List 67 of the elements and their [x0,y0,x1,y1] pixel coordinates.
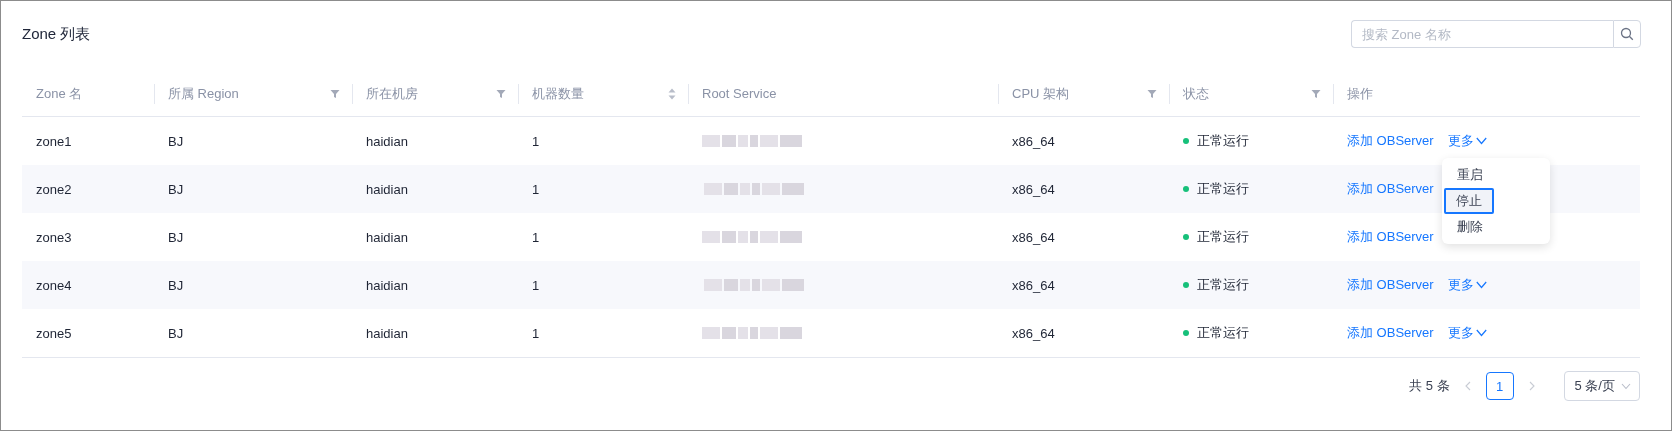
table-cell: 1 [532,277,540,293]
table-cell: haidian [366,133,408,149]
table-cell: x86_64 [1012,181,1055,197]
table-cell: 1 [532,133,540,149]
status-text: 正常运行 [1197,276,1249,294]
table-cell: haidian [366,181,408,197]
column-header: Root Service [702,86,777,101]
more-link[interactable]: 更多 [1447,276,1487,294]
menu-item[interactable]: 重启 [1446,162,1546,188]
add-observer-link[interactable]: 添加 OBServer [1347,180,1434,198]
more-link[interactable]: 更多 [1447,132,1487,150]
table-cell: BJ [168,229,184,245]
status-text: 正常运行 [1197,180,1249,198]
chevron-down-icon [1475,329,1487,337]
prev-page-icon[interactable] [1463,381,1472,391]
menu-item[interactable]: 停止 [1444,188,1494,214]
column-header: 所在机房 [366,84,418,103]
column-header: CPU 架构 [1012,84,1070,103]
more-link[interactable]: 更多 [1447,324,1487,342]
add-observer-link[interactable]: 添加 OBServer [1347,276,1434,294]
column-header: 状态 [1183,84,1209,103]
table-cell: BJ [168,325,184,341]
chevron-down-icon [1475,281,1487,289]
filter-icon[interactable] [496,88,506,99]
sort-icon[interactable] [668,87,676,100]
status-text: 正常运行 [1197,324,1249,342]
status-text: 正常运行 [1197,132,1249,150]
table-cell: x86_64 [1012,325,1055,341]
chevron-down-icon [1475,137,1487,145]
table-cell: BJ [168,133,184,149]
table-cell: x86_64 [1012,133,1055,149]
table-cell: x86_64 [1012,277,1055,293]
table-cell: haidian [366,229,408,245]
table-cell: 1 [532,229,540,245]
table-cell: zone2 [36,181,72,197]
column-header: Zone 名 [36,84,83,103]
status-text: 正常运行 [1197,228,1249,246]
table-cell: zone1 [36,133,72,149]
page-button[interactable]: 1 [1485,372,1514,400]
table-cell: 1 [532,325,540,341]
search-icon [1620,27,1634,41]
total-count: 共 5 条 [1409,377,1450,395]
table-cell: zone4 [36,277,72,293]
table-cell: zone5 [36,325,72,341]
add-observer-link[interactable]: 添加 OBServer [1347,324,1434,342]
card-title: Zone 列表 [22,24,91,44]
search-button[interactable] [1613,20,1641,48]
column-header: 操作 [1347,84,1373,103]
table-cell: BJ [168,181,184,197]
add-observer-link[interactable]: 添加 OBServer [1347,132,1434,150]
menu-item[interactable]: 删除 [1446,214,1546,240]
column-header: 所属 Region [168,84,239,103]
page-size-select[interactable]: 5 条/页 [1563,371,1640,401]
table-cell: haidian [366,325,408,341]
filter-icon[interactable] [330,88,340,99]
filter-icon[interactable] [1311,88,1321,99]
table-cell: haidian [366,277,408,293]
chevron-down-icon [1621,382,1631,390]
table-cell: 1 [532,181,540,197]
table-cell: BJ [168,277,184,293]
filter-icon[interactable] [1147,88,1157,99]
column-header: 机器数量 [532,84,584,103]
search-field[interactable]: 搜索 Zone 名称 [1351,20,1613,48]
table-cell: zone3 [36,229,72,245]
next-page-icon[interactable] [1527,381,1536,391]
table-cell: x86_64 [1012,229,1055,245]
add-observer-link[interactable]: 添加 OBServer [1347,228,1434,246]
